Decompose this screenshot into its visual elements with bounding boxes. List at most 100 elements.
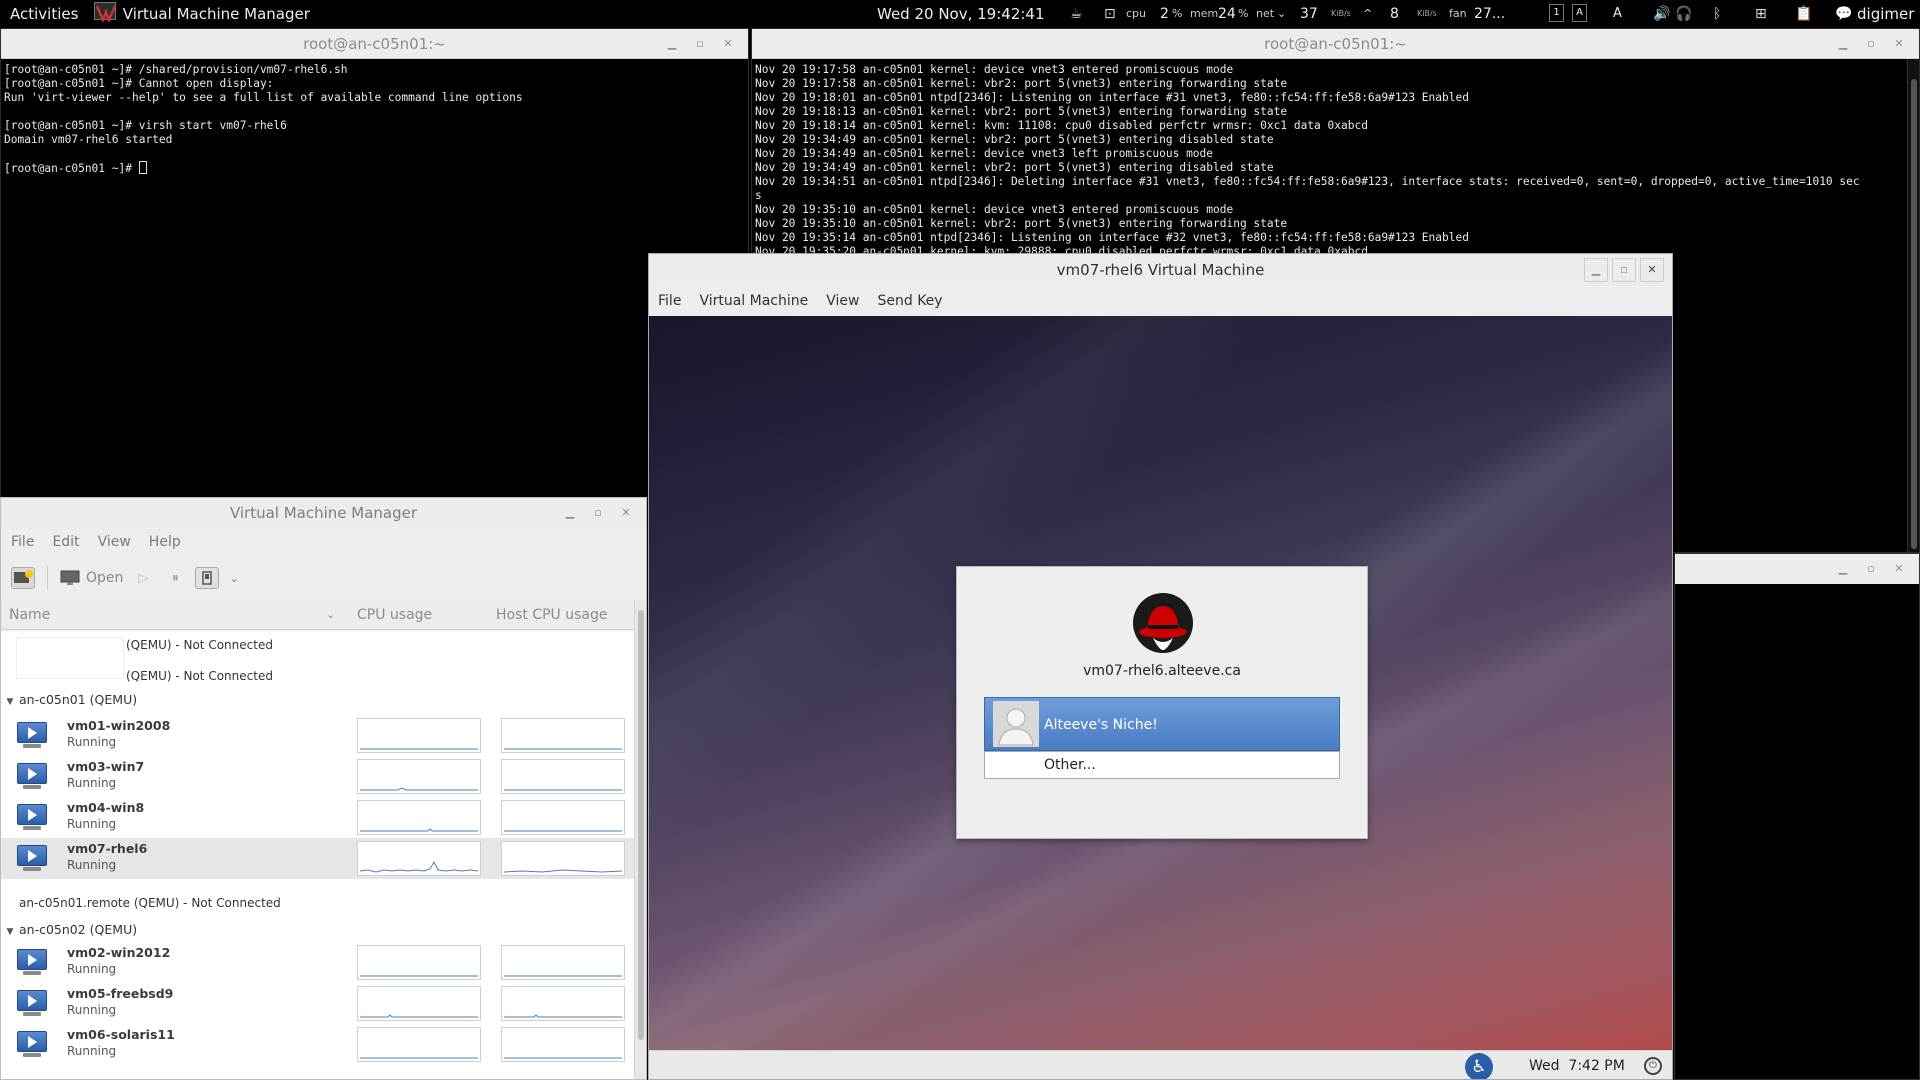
vm-row[interactable]: vm04-win8 Running xyxy=(1,797,636,838)
maximize-icon[interactable]: ▫ xyxy=(1612,258,1636,282)
vm-row[interactable]: vm02-win2012 Running xyxy=(1,942,636,983)
connection-thumbnail xyxy=(16,637,124,679)
pause-button[interactable]: ⏸ xyxy=(163,567,187,589)
scrollbar-thumb[interactable] xyxy=(638,610,644,1040)
vm-list[interactable]: (QEMU) - Not Connected (QEMU) - Not Conn… xyxy=(1,631,636,1079)
connection-row-2[interactable]: (QEMU) - Not Connected xyxy=(126,669,273,683)
window-titlebar[interactable]: Virtual Machine Manager xyxy=(1,498,646,528)
minimize-icon[interactable]: ▁ xyxy=(556,498,584,528)
connection-row-1[interactable]: (QEMU) - Not Connected xyxy=(126,638,273,652)
minimize-icon[interactable]: ▁ xyxy=(1584,258,1608,282)
minimize-icon[interactable]: ▁ xyxy=(1829,554,1857,584)
minimize-icon[interactable]: ▁ xyxy=(1829,29,1857,59)
cpu-sparkline xyxy=(357,986,481,1021)
vm-viewer-window[interactable]: vm07-rhel6 Virtual Machine ▁ ▫ ✕ File Vi… xyxy=(648,253,1673,1080)
vm-monitor-icon xyxy=(17,990,47,1017)
clock[interactable]: Wed 20 Nov, 19:42:41 xyxy=(877,0,1045,28)
headphones-icon[interactable]: 🎧 xyxy=(1675,0,1692,28)
maximize-icon[interactable]: ▫ xyxy=(686,29,714,59)
guest-clock[interactable]: Wed 7:42 PM xyxy=(1529,1051,1625,1079)
shutdown-menu-chevron-down-icon[interactable]: ⌄ xyxy=(227,567,241,589)
other-user-list-item[interactable]: Other... xyxy=(984,751,1340,779)
chevron-down-icon[interactable]: ⌄ xyxy=(1277,0,1286,28)
user-list-item-selected[interactable]: Alteeve's Niche! xyxy=(984,697,1340,751)
run-button[interactable]: ▷ xyxy=(131,567,155,589)
shutdown-icon xyxy=(202,571,213,585)
close-icon[interactable]: ✕ xyxy=(714,29,742,59)
menu-file[interactable]: File xyxy=(11,534,34,550)
window-titlebar[interactable]: root@an-c05n01:~ xyxy=(1,29,748,59)
clipboard-icon[interactable]: 📋 xyxy=(1795,0,1812,28)
host-cpu-sparkline xyxy=(501,1027,625,1062)
volume-icon[interactable]: 🔊 xyxy=(1653,0,1670,28)
minimize-icon[interactable]: ▁ xyxy=(658,29,686,59)
vm-row[interactable]: vm05-freebsd9 Running xyxy=(1,983,636,1024)
network-icon[interactable]: ⊞ xyxy=(1755,0,1767,28)
guest-display[interactable]: vm07-rhel6.alteeve.ca Alteeve's Niche! O… xyxy=(649,316,1672,1050)
menu-view[interactable]: View xyxy=(826,293,859,309)
expander-triangle-icon[interactable]: ▼ xyxy=(1,687,19,717)
terminal-output[interactable]: [root@an-c05n01 ~]# /shared/provision/vm… xyxy=(1,59,748,497)
menu-virtual-machine[interactable]: Virtual Machine xyxy=(699,293,808,309)
app-menu[interactable]: Virtual Machine Manager xyxy=(94,0,310,28)
bluetooth-icon[interactable]: ᛒ xyxy=(1713,0,1721,28)
menu-view[interactable]: View xyxy=(98,534,131,550)
vmm-window[interactable]: Virtual Machine Manager ▁ ▫ ✕ File Edit … xyxy=(0,497,647,1080)
new-vm-button[interactable] xyxy=(11,567,35,589)
toolbar: Open ▷ ⏸ ⌄ xyxy=(1,558,646,598)
cpu-sparkline xyxy=(357,945,481,980)
column-cpu[interactable]: CPU usage xyxy=(357,600,432,630)
menu-help[interactable]: Help xyxy=(149,534,181,550)
cpu-label: cpu xyxy=(1126,7,1147,20)
vm-row[interactable]: vm03-win7 Running xyxy=(1,756,636,797)
workspace-1[interactable]: 1 xyxy=(1549,4,1564,22)
close-icon[interactable]: ✕ xyxy=(1885,554,1913,584)
window-titlebar[interactable]: vm07-rhel6 Virtual Machine xyxy=(649,254,1672,286)
close-icon[interactable]: ✕ xyxy=(1885,29,1913,59)
cpu-sparkline xyxy=(357,759,481,794)
maximize-icon[interactable]: ▫ xyxy=(1857,554,1885,584)
net-up-unit: KiB/s xyxy=(1417,9,1437,18)
menu-file[interactable]: File xyxy=(658,293,681,309)
terminal-window-left[interactable]: root@an-c05n01:~ ▁ ▫ ✕ [root@an-c05n01 ~… xyxy=(0,28,749,498)
vm-row[interactable]: vm06-solaris11 Running xyxy=(1,1024,636,1065)
window-titlebar[interactable]: root@an-c05n01:~ xyxy=(752,29,1919,59)
host-group-an-c05n01[interactable]: ▼ an-c05n01 (QEMU) xyxy=(1,685,636,715)
host-group-an-c05n02[interactable]: ▼ an-c05n02 (QEMU) xyxy=(1,915,636,945)
menu-bar: File Edit View Help xyxy=(1,528,646,556)
close-icon[interactable]: ✕ xyxy=(1640,258,1664,282)
keyboard-layout[interactable]: A xyxy=(1613,0,1622,28)
workspace-2[interactable]: A xyxy=(1572,4,1587,22)
activities-button[interactable]: Activities xyxy=(10,0,78,28)
maximize-icon[interactable]: ▫ xyxy=(1857,29,1885,59)
toolbar-separator xyxy=(47,566,48,590)
coffee-icon[interactable]: ☕ xyxy=(1070,0,1083,28)
column-sort-chevron-down-icon[interactable]: ⌄ xyxy=(326,600,335,630)
shutdown-button[interactable] xyxy=(195,567,220,589)
scrollbar-thumb[interactable] xyxy=(1911,79,1917,549)
column-host-cpu[interactable]: Host CPU usage xyxy=(496,600,608,630)
accessibility-icon[interactable]: ♿ xyxy=(1465,1053,1493,1079)
monitor-icon xyxy=(60,570,80,585)
vm-row-selected[interactable]: vm07-rhel6 Running xyxy=(1,838,636,879)
user-menu[interactable]: digimer xyxy=(1857,0,1914,28)
cpu-sparkline xyxy=(357,1027,481,1062)
menu-edit[interactable]: Edit xyxy=(52,534,79,550)
open-button[interactable]: Open xyxy=(60,570,123,586)
column-name[interactable]: Name xyxy=(9,600,50,630)
terminal-prompt: [root@an-c05n01 ~]# xyxy=(4,162,139,175)
system-monitor-icon[interactable]: ⊡ xyxy=(1104,0,1116,28)
vm-list-scrollbar[interactable] xyxy=(634,600,646,1079)
chat-icon[interactable]: 💬 xyxy=(1835,0,1852,28)
vm-row[interactable]: vm01-win2008 Running xyxy=(1,715,636,756)
terminal-text: [root@an-c05n01 ~]# /shared/provision/vm… xyxy=(4,63,523,146)
power-icon[interactable]: ⏻ xyxy=(1644,1057,1662,1075)
net-down-unit: KiB/s xyxy=(1331,9,1351,18)
maximize-icon[interactable]: ▫ xyxy=(584,498,612,528)
remote-connection-row[interactable]: an-c05n01.remote (QEMU) - Not Connected xyxy=(19,896,281,910)
close-icon[interactable]: ✕ xyxy=(612,498,640,528)
background-window[interactable]: ▁ ▫ ✕ xyxy=(1674,553,1920,1080)
new-vm-icon xyxy=(14,570,33,583)
menu-send-key[interactable]: Send Key xyxy=(877,293,942,309)
scrollbar[interactable] xyxy=(1907,59,1919,552)
